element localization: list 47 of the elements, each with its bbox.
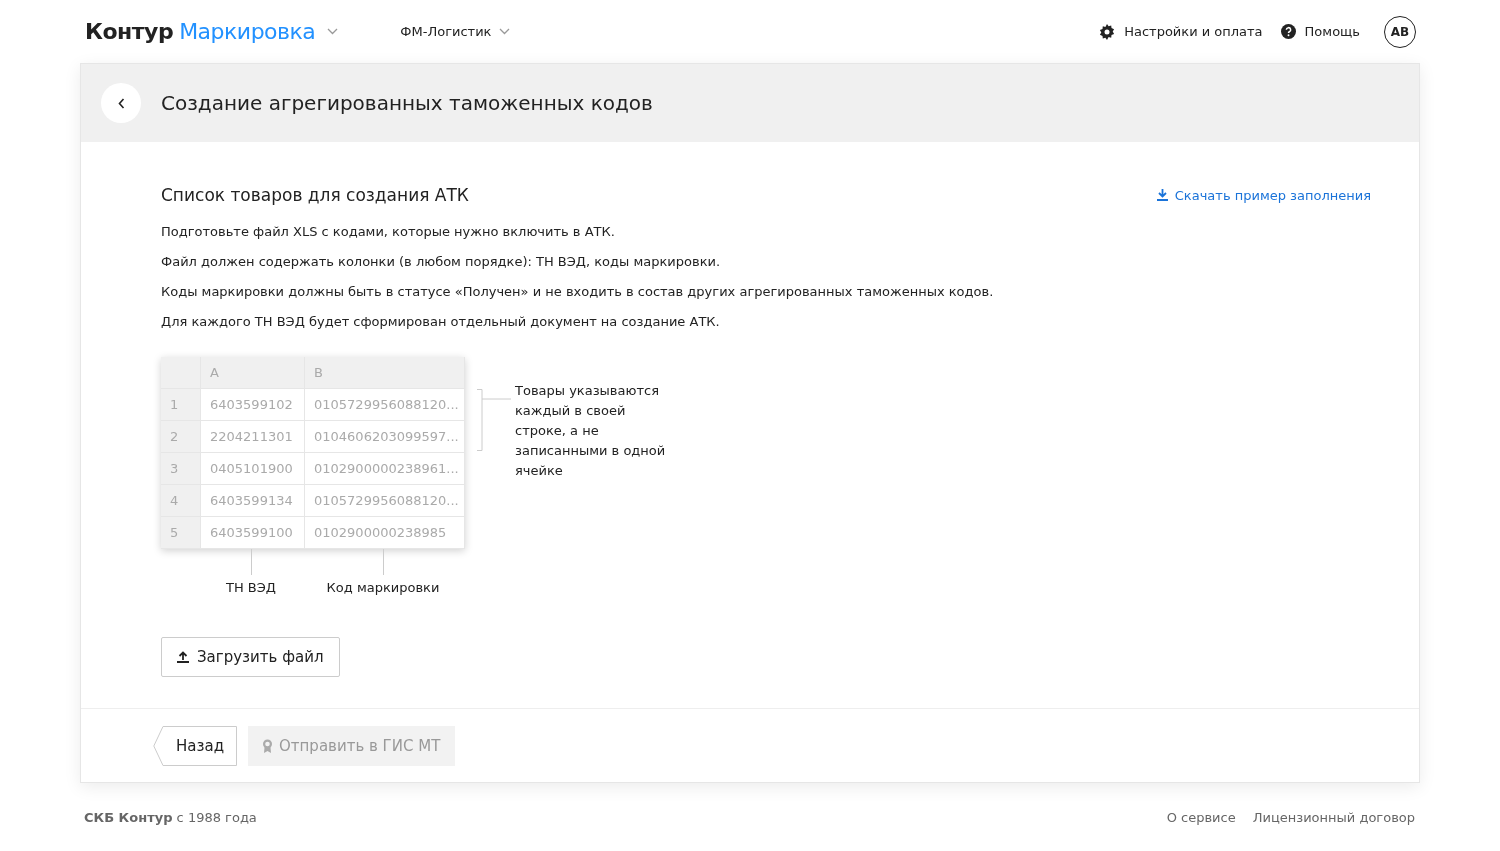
table-cell: 0105729956088120...	[305, 389, 465, 421]
table-cell: 6403599102	[201, 389, 305, 421]
table-cell: 2204211301	[201, 421, 305, 453]
help-link[interactable]: Помощь	[1280, 24, 1360, 39]
upload-file-button[interactable]: Загрузить файл	[161, 637, 340, 677]
footer-link[interactable]: О сервисе	[1166, 809, 1236, 825]
brand-logo-text[interactable]: Контур	[85, 19, 174, 44]
settings-icon	[1099, 23, 1116, 40]
award-icon	[262, 738, 273, 753]
table-cell: 6403599100	[201, 517, 305, 549]
table-cell: 0104606203099597...	[305, 421, 465, 453]
help-icon	[1280, 24, 1296, 39]
instruction-text: Для каждого ТН ВЭД будет сформирован отдельный документ на создание АТК.	[161, 313, 721, 330]
page-title: Создание агрегированных таможенных кодов	[161, 91, 653, 115]
column-header: B	[305, 357, 465, 389]
instruction-text: Коды маркировки должны быть в статусе «Получен» и не входить в состав других агрегированных таможенных кодов.	[161, 283, 995, 300]
instruction-text: Файл должен содержать колонки (в любом порядке): ТН ВЭД, коды маркировки.	[161, 253, 722, 270]
chevron-down-icon	[499, 28, 511, 35]
table-cell: 6403599134	[201, 485, 305, 517]
organization-dropdown[interactable]: ФМ-Логистик	[400, 24, 511, 39]
column-caption: ТН ВЭД	[226, 580, 276, 595]
chevron-left-icon	[117, 97, 125, 109]
row-number: 5	[161, 517, 201, 549]
table-cell: 0405101900	[201, 453, 305, 485]
side-note: Товары указываются каждый в своей строке, а не записанными в одной ячейке	[515, 382, 667, 480]
row-number: 1	[161, 389, 201, 421]
bracket-leader-drawing	[477, 389, 511, 451]
upload-icon	[177, 651, 189, 663]
instruction-text: Подготовьте файл XLS с кодами, которые нужно включить в АТК.	[161, 223, 616, 240]
chevron-down-icon	[327, 28, 339, 35]
copyright-text: СКБ Контур с 1988 года	[84, 809, 257, 825]
section-title: Список товаров для создания АТК	[161, 185, 469, 205]
download-sample-link[interactable]: Скачать пример заполнения	[1156, 187, 1371, 203]
footer-link[interactable]: Лицензионный договор	[1252, 809, 1415, 825]
table-cell: 0102900000238961...	[305, 453, 465, 485]
table-cell: 0102900000238985	[305, 517, 465, 549]
column-header: A	[201, 357, 305, 389]
row-number: 4	[161, 485, 201, 517]
column-caption: Код маркировки	[326, 580, 440, 595]
row-number: 3	[161, 453, 201, 485]
corner-cell	[161, 357, 201, 389]
row-number: 2	[161, 421, 201, 453]
download-icon	[1156, 189, 1168, 201]
back-button[interactable]: Назад	[153, 725, 239, 766]
settings-link[interactable]: Настройки и оплата	[1099, 23, 1263, 40]
table-cell: 0105729956088120...	[305, 485, 465, 517]
back-button[interactable]	[101, 83, 141, 123]
